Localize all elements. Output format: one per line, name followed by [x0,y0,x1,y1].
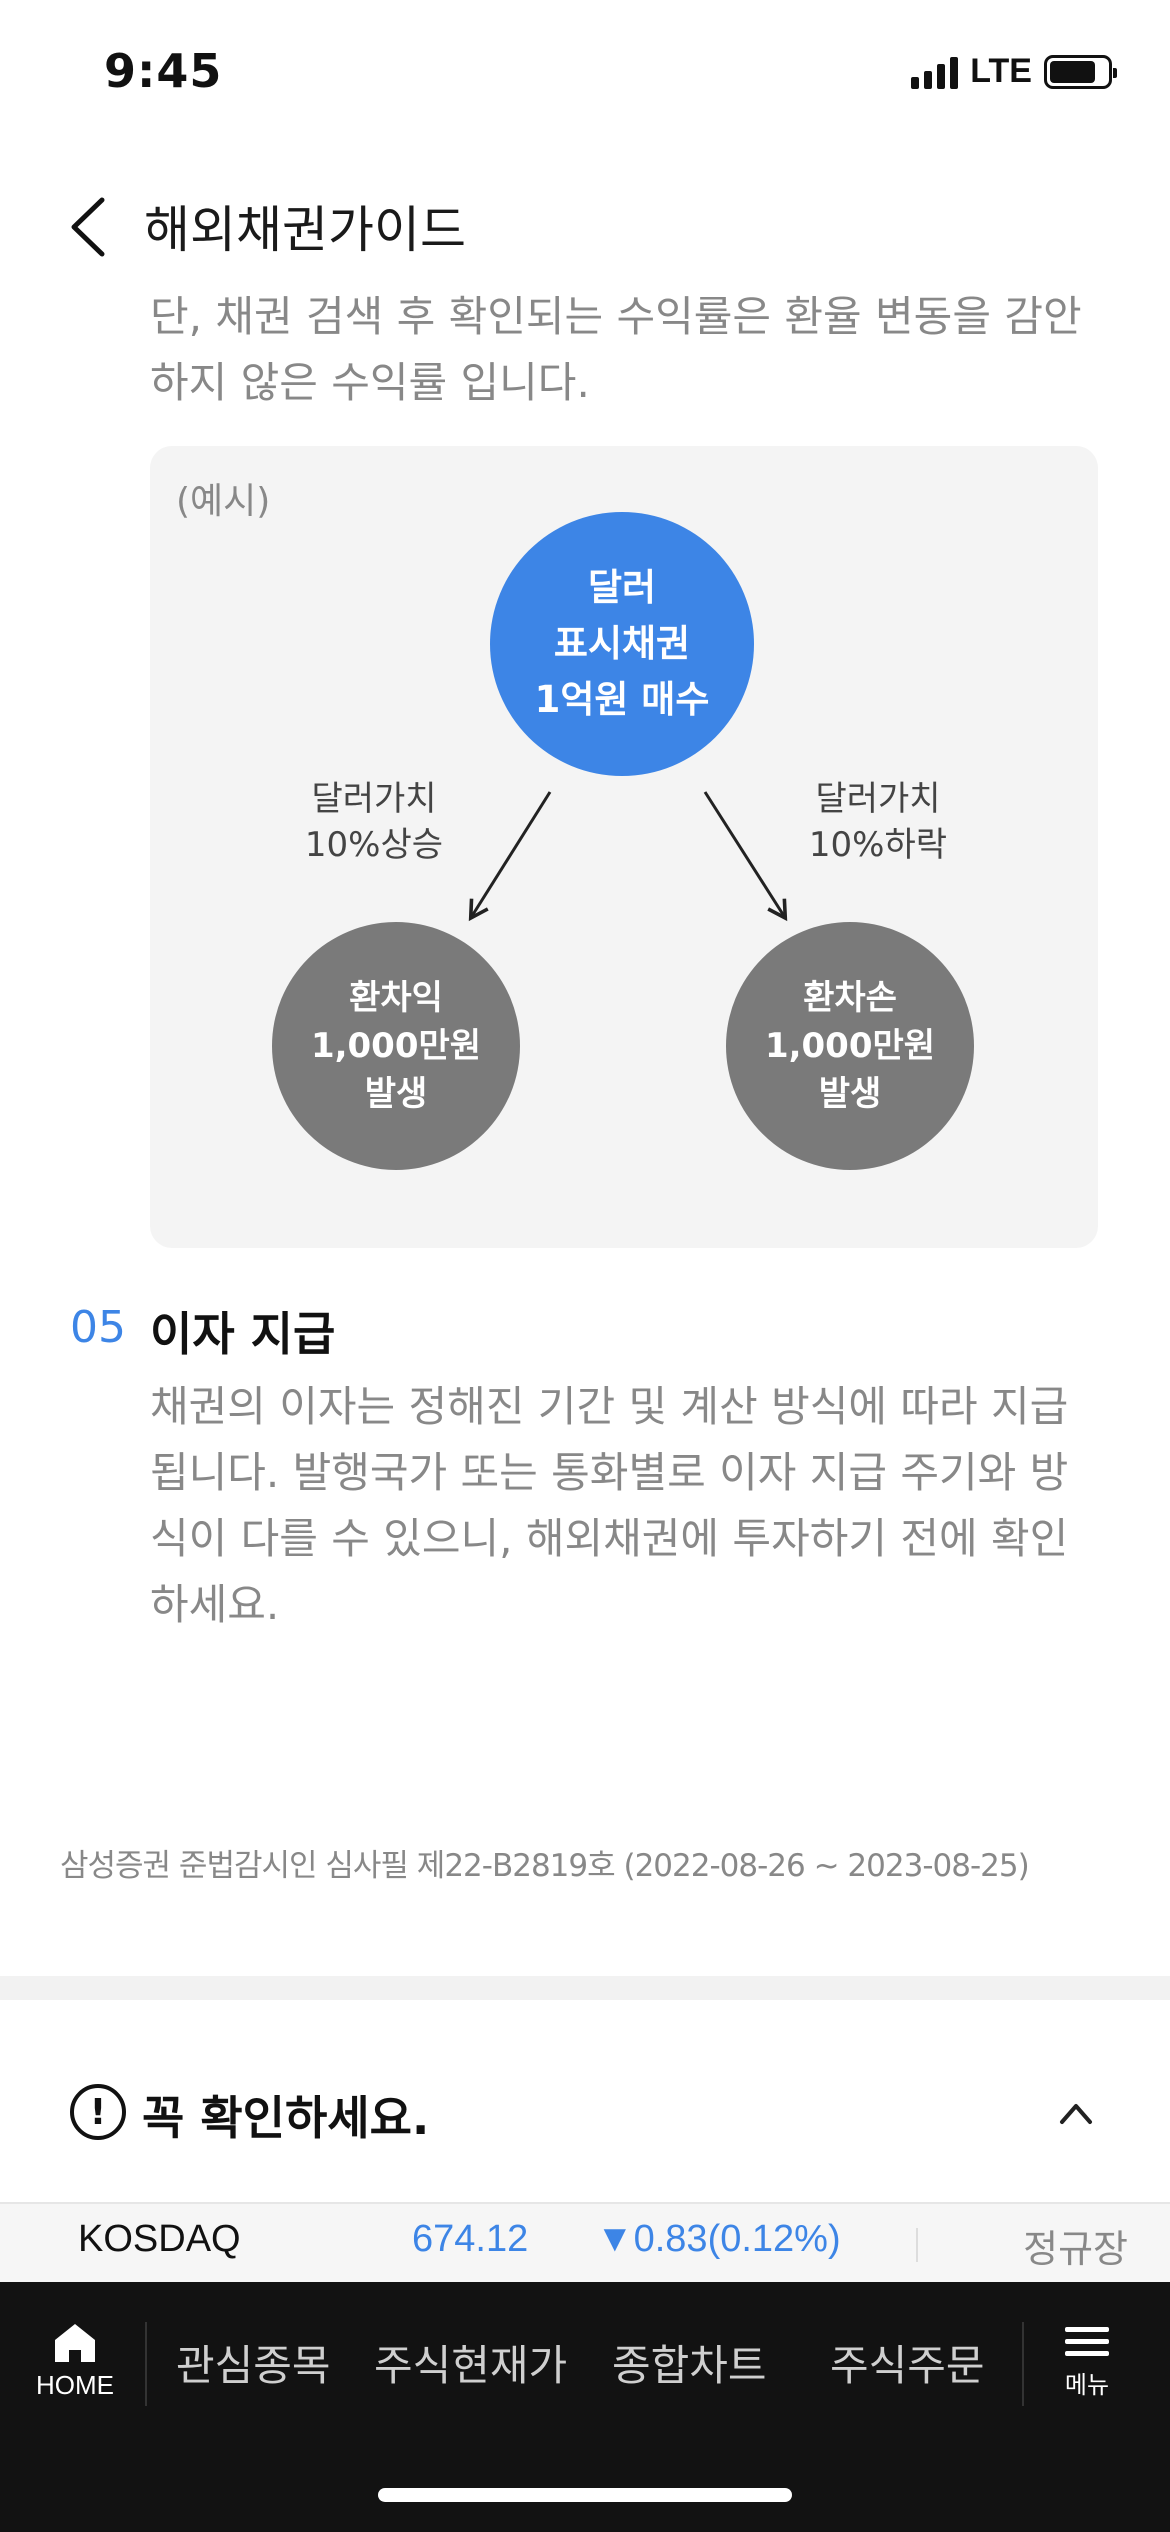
example-diagram: (예시) 달러 표시채권 1억원 매수 달러가치 10%상승 달러가치 10%하… [150,446,1098,1248]
back-button[interactable] [60,192,120,262]
chevron-left-icon [71,197,105,257]
ticker-separator [916,2228,918,2262]
ticker-price: 674.12 [412,2218,529,2260]
exclamation-icon: ! [70,2084,126,2140]
left-branch-label: 달러가치 10%상승 [304,779,444,865]
home-icon [55,2324,95,2362]
confirm-title: 꼭 확인하세요. [142,2091,430,2145]
confirm-accordion-header[interactable]: ! 꼭 확인하세요. [0,2072,1170,2152]
nav-separator [1022,2322,1024,2406]
nav-menu[interactable]: 메뉴 [1052,2320,1122,2400]
arrow-left [468,791,552,922]
nav-item-order[interactable]: 주식주문 [830,2332,985,2393]
nav-home[interactable]: HOME [30,2320,120,2430]
header: 해외채권가이드 [0,180,1170,270]
ticker-index-name: KOSDAQ [78,2218,241,2260]
arrow-right [703,791,788,922]
section-title: 이자 지급 [150,1307,336,1361]
center-node: 달러 표시채권 1억원 매수 [490,512,754,776]
chevron-up-icon[interactable] [1058,2098,1094,2128]
signal-icon [911,55,959,89]
home-indicator [378,2488,792,2502]
hamburger-icon [1065,2320,1109,2363]
status-time: 9:45 [104,44,223,98]
nav-menu-label: 메뉴 [1064,2371,1110,2399]
nav-item-chart[interactable]: 종합차트 [612,2332,767,2393]
ticker-change: ▼0.83(0.12%) [596,2218,841,2260]
right-branch-label: 달러가치 10%하락 [808,779,948,865]
nav-item-current-price[interactable]: 주식현재가 [374,2332,567,2393]
right-result-node: 환차손 1,000만원 발생 [726,922,974,1170]
nav-separator [145,2322,147,2406]
battery-icon [1044,54,1117,89]
status-bar: 9:45 LTE [0,0,1170,150]
section-divider [0,1976,1170,2000]
market-ticker[interactable]: KOSDAQ 674.12 ▼0.83(0.12%) 정규장 [0,2202,1170,2282]
status-indicators: LTE [911,52,1117,91]
network-type: LTE [970,52,1032,90]
section-number: 05 [70,1302,126,1353]
nav-item-watchlist[interactable]: 관심종목 [176,2332,331,2393]
intro-text: 단, 채권 검색 후 확인되는 수익률은 환율 변동을 감안하지 않은 수익률 … [150,292,1082,407]
section-body: 채권의 이자는 정해진 기간 및 계산 방식에 따라 지급됩니다. 발행국가 또… [150,1382,1069,1629]
page-title: 해외채권가이드 [144,201,466,259]
ticker-session: 정규장 [1023,2227,1128,2271]
nav-home-label: HOME [36,2370,114,2400]
compliance-notice: 삼성증권 준법감시인 심사필 제22-B2819호 (2022-08-26 ~ … [60,1848,1030,1884]
left-result-node: 환차익 1,000만원 발생 [272,922,520,1170]
